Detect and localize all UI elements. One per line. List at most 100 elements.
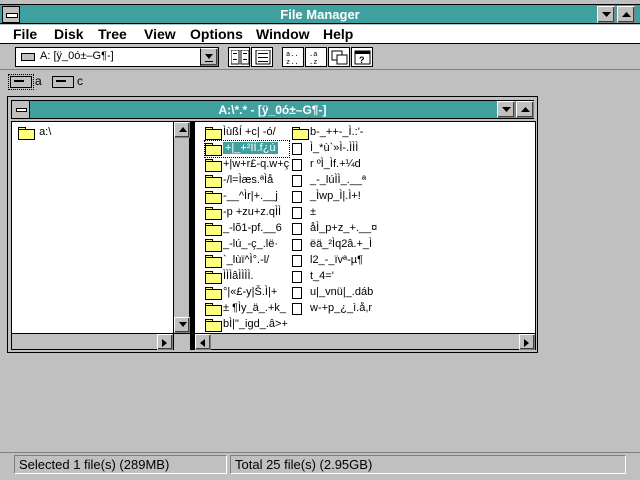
- file-item[interactable]: u|_vnü|_.dáb: [292, 285, 376, 301]
- file-item[interactable]: Ì_*ù`»Ì-.ÌÌÌ: [292, 141, 376, 157]
- folder-item[interactable]: bÌ|"_igd_.â>+: [205, 317, 289, 333]
- tree-vertical-scrollbar[interactable]: [173, 121, 190, 334]
- folder-item[interactable]: +|_+²ÌÌ.f¿ú: [204, 140, 290, 158]
- item-name: -p +zu+z.qÌÌ: [223, 206, 282, 218]
- item-name: _-lõ1-pf.__6: [223, 222, 282, 234]
- file-item[interactable]: w-+p_¿_ì.å,r: [292, 301, 376, 317]
- file-manager-app: File Manager File Disk Tree View Options…: [0, 0, 640, 480]
- document-icon: [292, 207, 302, 219]
- folder-icon: [205, 143, 222, 156]
- document-icon: [292, 223, 302, 235]
- menu-options[interactable]: Options: [190, 26, 243, 42]
- view-directory-only-button[interactable]: [251, 47, 273, 67]
- item-name: _-lú_-ç_.lë·: [223, 238, 279, 250]
- folder-item[interactable]: -p +zu+z.qÌÌ: [205, 205, 289, 221]
- file-item[interactable]: _Ìwp_Ì|.Ì+!: [292, 189, 376, 205]
- file-list-scroll-left-button[interactable]: [195, 334, 211, 350]
- view-tree-directory-button[interactable]: [228, 47, 250, 67]
- document-icon: [292, 287, 302, 299]
- folder-item[interactable]: _-lú_-ç_.lë·: [205, 237, 289, 253]
- menu-file[interactable]: File: [13, 26, 37, 42]
- menu-view[interactable]: View: [144, 26, 176, 42]
- folder-icon: [205, 239, 222, 252]
- file-list-horizontal-scrollbar[interactable]: [194, 333, 536, 350]
- tree-scroll-up-button[interactable]: [174, 122, 190, 138]
- drive-select-value: A: [ÿ_0ó±–G¶-]: [40, 50, 114, 62]
- arrow-down-icon: [179, 322, 187, 327]
- item-name: _-_lúÌÌ_.__ª: [310, 174, 367, 186]
- menu-window[interactable]: Window: [256, 26, 310, 42]
- menu-bar: File Disk Tree View Options Window Help: [0, 25, 640, 44]
- tree-horizontal-scrollbar[interactable]: [11, 333, 174, 350]
- item-name: ±: [310, 206, 317, 218]
- maximize-icon: [622, 12, 631, 17]
- window-minimize-button[interactable]: [497, 101, 515, 118]
- svg-text:.z: .z: [309, 59, 317, 66]
- item-name: w-+p_¿_ì.å,r: [310, 302, 373, 314]
- tree-item-root[interactable]: a:\: [18, 126, 51, 140]
- document-icon: [292, 303, 302, 315]
- new-window-button[interactable]: [328, 47, 350, 67]
- file-item[interactable]: r ºÌ_Ìf.+¼d: [292, 157, 376, 173]
- item-name: Ì_*ù`»Ì-.ÌÌÌ: [310, 142, 359, 154]
- window-maximize-button[interactable]: [516, 101, 534, 118]
- folder-item[interactable]: ÌùßÍ +c| -ó/: [205, 125, 289, 141]
- file-item[interactable]: ±: [292, 205, 376, 221]
- folder-item[interactable]: +|w+r£-q.w+ç: [205, 157, 289, 173]
- tree-scroll-down-button[interactable]: [174, 317, 190, 333]
- document-icon: [292, 143, 302, 155]
- drive-a[interactable]: a: [8, 74, 46, 90]
- folder-icon: [205, 127, 222, 140]
- tree-scroll-right-button[interactable]: [157, 334, 173, 350]
- view-directory-only-icon: [255, 50, 271, 65]
- drive-bar: a c: [0, 71, 640, 93]
- document-icon: [292, 239, 302, 251]
- folder-item[interactable]: -/l=Ìæs.ªÌå: [205, 173, 289, 189]
- sort-by-name-button[interactable]: a.. z..: [282, 47, 304, 67]
- sort-by-type-icon: .a .z: [309, 51, 317, 66]
- item-name: +|w+r£-q.w+ç: [223, 158, 290, 170]
- view-all-file-details-button[interactable]: ?: [351, 47, 373, 67]
- document-icon: [292, 191, 302, 203]
- folder-icon: [205, 207, 222, 220]
- arrow-left-icon: [200, 339, 205, 347]
- folder-item[interactable]: ± ¶Ìy_ä_.+k_: [205, 301, 289, 317]
- sort-by-type-button[interactable]: .a .z: [305, 47, 327, 67]
- directory-window-title-bar[interactable]: A:\*.* - [ÿ_0ó±–G¶-]: [11, 100, 534, 119]
- menu-help[interactable]: Help: [323, 26, 353, 42]
- file-list-scroll-right-button[interactable]: [519, 334, 535, 350]
- file-list-pane: ÌùßÍ +c| -ó/ +|_+²ÌÌ.f¿ú +|w+r£-q.w+ç -/l=Ì…: [194, 121, 536, 334]
- item-name: ëä_²Ìq2â.+_Ì: [310, 238, 373, 250]
- folder-item[interactable]: _-lõ1-pf.__6: [205, 221, 289, 237]
- app-title-bar[interactable]: File Manager: [0, 4, 640, 24]
- folder-icon: [205, 191, 222, 204]
- file-item[interactable]: l2_-_ïvª-µ¶: [292, 253, 376, 269]
- folder-item[interactable]: ÌÌÌâÌÌÌÌ.: [205, 269, 289, 285]
- document-icon: [292, 255, 302, 267]
- menu-disk[interactable]: Disk: [54, 26, 84, 42]
- drive-a-label: a: [35, 74, 42, 88]
- drive-select[interactable]: A: [ÿ_0ó±–G¶-]: [15, 47, 219, 67]
- item-name: u|_vnü|_.dáb: [310, 286, 374, 298]
- file-item[interactable]: _-_lúÌÌ_.__ª: [292, 173, 376, 189]
- minimize-button[interactable]: [597, 6, 615, 23]
- new-window-icon: [331, 50, 348, 65]
- folder-item[interactable]: °|«£-y|Š.Ì|+: [205, 285, 289, 301]
- file-item[interactable]: åÌ_p+z_+.__¤: [292, 221, 377, 237]
- folder-item[interactable]: -__^Ìr|+.__j: [205, 189, 289, 205]
- item-name: ± ¶Ìy_ä_.+k_: [223, 302, 287, 314]
- open-folder-icon: [18, 126, 35, 140]
- directory-window: A:\*.* - [ÿ_0ó±–G¶-] a:\ ÌùßÍ +c| -ó/ +|…: [7, 96, 538, 353]
- document-icon: [292, 175, 302, 187]
- file-item[interactable]: ëä_²Ìq2â.+_Ì: [292, 237, 376, 253]
- drive-dropdown-button[interactable]: [200, 48, 218, 66]
- menu-tree[interactable]: Tree: [98, 26, 127, 42]
- document-icon: [292, 271, 302, 283]
- maximize-button[interactable]: [617, 6, 635, 23]
- drive-c[interactable]: c: [52, 74, 88, 90]
- hard-drive-icon: [52, 76, 74, 88]
- file-item[interactable]: t_4=': [292, 269, 376, 285]
- item-name: t_4=': [310, 270, 334, 282]
- folder-item[interactable]: b-_++-_Ì.:'-: [292, 125, 376, 141]
- folder-item[interactable]: `_lùï^Ì°.-l/: [205, 253, 289, 269]
